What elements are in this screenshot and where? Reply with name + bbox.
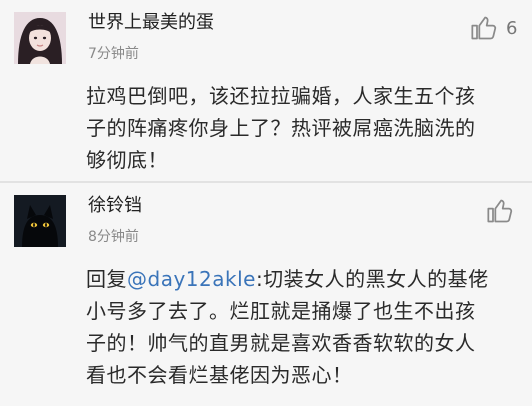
reply-prefix: 回复 <box>86 267 127 291</box>
timestamp: 7分钟前 <box>88 46 139 62</box>
comment-text: 拉鸡巴倒吧，该还拉拉骗婚，人家生五个孩 子的阵痛疼你身上了？热评被屌癌洗脑洗的 … <box>86 80 514 176</box>
like-button[interactable]: 6 <box>470 12 517 44</box>
comment-line: 小号多了去了。烂肛就是捅爆了也生不出孩 <box>86 299 476 323</box>
comment-line: 看也不会看烂基佬因为恶心！ <box>86 363 353 387</box>
comment-line: 拉鸡巴倒吧，该还拉拉骗婚，人家生五个孩 <box>86 84 476 108</box>
username[interactable]: 世界上最美的蛋 <box>88 8 214 34</box>
avatar[interactable] <box>14 195 66 247</box>
thumbs-up-icon <box>487 199 513 223</box>
black-cat-avatar <box>14 195 66 247</box>
username[interactable]: 徐铃铛 <box>88 191 142 217</box>
comment-line: 够彻底！ <box>86 148 168 172</box>
thumbs-up-icon <box>471 16 497 40</box>
comment-line: 子的阵痛疼你身上了？热评被屌癌洗脑洗的 <box>86 116 476 140</box>
comment-line: 回复@day12akle:切装女人的黑女人的基佬 <box>86 263 514 295</box>
like-button[interactable] <box>486 195 522 227</box>
timestamp: 8分钟前 <box>88 229 139 245</box>
comment-line-rest: :切装女人的黑女人的基佬 <box>255 267 489 291</box>
comment-text: 回复@day12akle:切装女人的黑女人的基佬 小号多了去了。烂肛就是捅爆了也… <box>86 263 514 391</box>
girl-portrait-avatar <box>14 12 66 64</box>
comment-item: 徐铃铛 8分钟前 回复@day12akle:切装女人的黑女人的基佬 小号多了去了… <box>0 183 532 406</box>
like-count: 6 <box>506 17 518 39</box>
comment-item: 世界上最美的蛋 7分钟前 6 拉鸡巴倒吧，该还拉拉骗婚，人家生五个孩 子的阵痛疼… <box>0 0 532 181</box>
avatar[interactable] <box>14 12 66 64</box>
comment-line: 子的！帅气的直男就是喜欢香香软软的女人 <box>86 331 476 355</box>
mention-link[interactable]: @day12akle <box>127 267 256 291</box>
